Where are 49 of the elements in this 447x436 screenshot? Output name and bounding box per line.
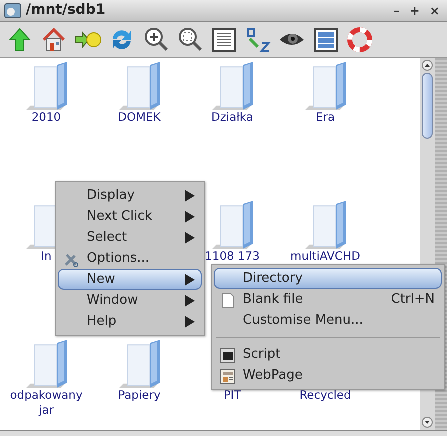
menu-item[interactable]: WebPage: [214, 365, 442, 386]
menu-item[interactable]: New: [58, 269, 202, 290]
submenu-arrow-icon: [185, 190, 195, 202]
menu-item[interactable]: Select: [58, 227, 202, 248]
file-name[interactable]: PIT: [224, 388, 242, 403]
file-name[interactable]: 2010: [32, 110, 62, 125]
menu-item[interactable]: Options...: [58, 248, 202, 269]
file-name[interactable]: Papiery: [118, 388, 161, 403]
shortcut-text: Ctrl+N: [391, 290, 435, 309]
menu-item[interactable]: Script: [214, 344, 442, 365]
file-name[interactable]: multiAVCHD: [290, 249, 360, 264]
menu-item[interactable]: Customise Menu...: [214, 310, 442, 331]
scroll-down-icon[interactable]: [422, 417, 433, 428]
menu-item[interactable]: Blank file Ctrl+N: [214, 289, 442, 310]
window-icon: [4, 2, 22, 18]
maximize-button[interactable]: +: [406, 4, 423, 16]
details-icon[interactable]: [312, 26, 340, 54]
sort-icon[interactable]: [244, 26, 272, 54]
file-name[interactable]: DOMEK: [118, 110, 161, 125]
tools-icon: [63, 252, 81, 268]
scrollbar-thumb[interactable]: [422, 73, 433, 139]
close-button[interactable]: ×: [426, 4, 443, 16]
up-arrow-icon[interactable]: [6, 26, 34, 54]
zoom-in-icon[interactable]: [142, 26, 170, 54]
menu-item[interactable]: Display: [58, 185, 202, 206]
file-name[interactable]: Recycled: [300, 388, 352, 403]
file-name[interactable]: odpakowany jar: [2, 388, 92, 418]
list-icon[interactable]: [210, 26, 238, 54]
webpage-icon: [219, 368, 237, 385]
submenu-arrow-icon: [185, 294, 195, 306]
menu-item[interactable]: Directory: [214, 268, 442, 289]
menu-item[interactable]: Next Click: [58, 206, 202, 227]
file-name[interactable]: In: [41, 249, 52, 264]
menu-item[interactable]: Help: [58, 311, 202, 332]
lifebuoy-icon[interactable]: [346, 26, 374, 54]
submenu-arrow-icon: [185, 316, 195, 328]
terminal-icon: [219, 348, 237, 364]
zoom-fit-icon[interactable]: [176, 26, 204, 54]
submenu-arrow-icon: [185, 210, 195, 222]
file-name[interactable]: 1108 173: [205, 249, 260, 264]
home-icon[interactable]: [40, 26, 68, 54]
scroll-up-icon[interactable]: [422, 60, 433, 71]
window-title: /mnt/sdb1: [26, 1, 107, 20]
minimize-button[interactable]: –: [390, 4, 403, 16]
menu-item[interactable]: Window: [58, 290, 202, 311]
file-name[interactable]: Era: [316, 110, 336, 125]
submenu-arrow-icon: [185, 274, 195, 286]
file-name[interactable]: Działka: [212, 110, 254, 125]
submenu-arrow-icon: [185, 232, 195, 244]
